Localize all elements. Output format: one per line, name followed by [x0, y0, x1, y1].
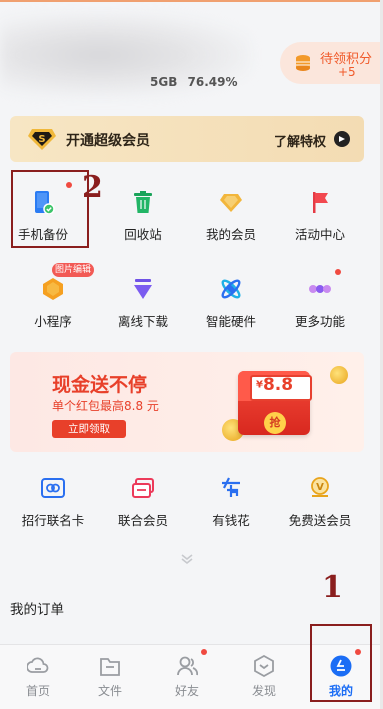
chevron-down-icon[interactable] — [180, 552, 194, 566]
promo-subtitle: 单个红包最高8.8 元 — [52, 399, 159, 413]
service-label: 联合会员 — [117, 513, 168, 528]
grid-item-mini-program[interactable]: 小程序 — [10, 277, 96, 347]
gift-member-icon: V — [311, 477, 329, 497]
promo-title: 现金送不停 — [52, 374, 148, 396]
tab-label: 文件 — [97, 684, 122, 698]
grid-label: 我的会员 — [205, 227, 256, 242]
grid-label: 离线下载 — [117, 314, 168, 329]
grid-label: 智能硬件 — [205, 314, 256, 329]
tab-friends[interactable]: 好友 — [149, 645, 225, 705]
grid-item-my-membership[interactable]: 我的会员 — [188, 190, 274, 260]
svg-text:S: S — [38, 134, 45, 145]
service-label: 招行联名卡 — [21, 513, 85, 528]
home-cloud-icon — [27, 657, 49, 673]
grid-label: 回收站 — [124, 227, 162, 242]
trash-icon — [134, 191, 152, 213]
coin-icon — [330, 366, 348, 384]
more-features-red-dot — [335, 269, 341, 275]
service-label: 免费送会员 — [288, 513, 352, 528]
service-item-joint-member[interactable]: 联合会员 — [100, 476, 186, 546]
friends-red-dot — [201, 649, 207, 655]
points-claim-button[interactable]: 待领积分 +5 — [280, 42, 380, 84]
storage-used: 5GB — [150, 75, 178, 89]
grid-item-offline-download[interactable]: 离线下载 — [100, 277, 186, 347]
flag-icon — [313, 192, 328, 213]
super-vip-banner[interactable]: S 开通超级会员 了解特权 — [10, 116, 364, 162]
envelope-amount: ¥8.8 — [256, 375, 294, 395]
tab-label: 首页 — [25, 684, 50, 698]
grid-item-smart-hardware[interactable]: 智能硬件 — [188, 277, 274, 347]
annotation-box-two — [11, 170, 89, 248]
annotation-mark-two: 2 — [82, 170, 103, 205]
coins-icon — [296, 55, 310, 71]
orders-title: 我的订单 — [10, 602, 64, 618]
promo-claim-button[interactable]: 立即领取 — [52, 420, 126, 438]
tab-label: 发现 — [251, 684, 276, 698]
grid-label: 小程序 — [34, 314, 72, 329]
grid-label: 更多功能 — [294, 314, 345, 329]
grab-badge: 抢 — [264, 412, 286, 434]
annotation-box-one — [310, 624, 372, 702]
profile-header: 5GB 76.49% 待领积分 +5 — [0, 2, 380, 110]
service-label: 有钱花 — [212, 513, 250, 528]
discover-icon — [254, 655, 274, 677]
profile-page: 5GB 76.49% 待领积分 +5 S 开通超级会员 了解特权 手机备份 回收… — [0, 0, 383, 709]
svg-text:V: V — [316, 482, 324, 493]
storage-percent: 76.49% — [187, 75, 238, 89]
more-dots-icon — [309, 285, 331, 293]
joint-member-icon — [132, 478, 154, 498]
grid-item-recycle-bin[interactable]: 回收站 — [100, 190, 186, 260]
mini-program-icon — [43, 278, 63, 300]
folder-icon — [100, 658, 120, 676]
vip-title: 开通超级会员 — [66, 133, 150, 149]
image-edit-tag: 图片编辑 — [52, 263, 94, 277]
tab-files[interactable]: 文件 — [72, 645, 148, 705]
download-icon — [134, 279, 152, 299]
tab-discover[interactable]: 发现 — [226, 645, 302, 705]
loan-icon — [222, 477, 240, 497]
points-value: +5 — [338, 65, 356, 79]
grid-item-more-features[interactable]: 更多功能 — [277, 269, 363, 347]
vip-diamond-icon: S — [28, 129, 56, 150]
service-item-free-member[interactable]: V 免费送会员 — [277, 476, 363, 546]
vip-more-link[interactable]: 了解特权 — [274, 131, 326, 150]
storage-usage: 5GB 76.49% — [150, 75, 238, 89]
service-item-loan[interactable]: 有钱花 — [188, 476, 274, 546]
annotation-mark-one: 1 — [322, 570, 343, 605]
grid-item-activity-center[interactable]: 活动中心 — [277, 190, 363, 260]
cash-promo-banner[interactable]: 现金送不停 单个红包最高8.8 元 立即领取 ¥8.8 抢 — [10, 352, 364, 452]
service-item-bank-card[interactable]: 招行联名卡 — [10, 476, 96, 546]
friends-icon — [177, 656, 198, 676]
diamond-icon — [220, 194, 242, 212]
grid-label: 活动中心 — [294, 227, 345, 242]
services-row: 招行联名卡 联合会员 有钱花 V 免费送会员 — [0, 476, 380, 536]
tab-home[interactable]: 首页 — [0, 645, 76, 705]
tab-label: 好友 — [174, 684, 199, 698]
arrow-right-icon — [334, 131, 350, 147]
bank-card-icon — [41, 478, 65, 498]
hardware-icon — [221, 279, 241, 299]
